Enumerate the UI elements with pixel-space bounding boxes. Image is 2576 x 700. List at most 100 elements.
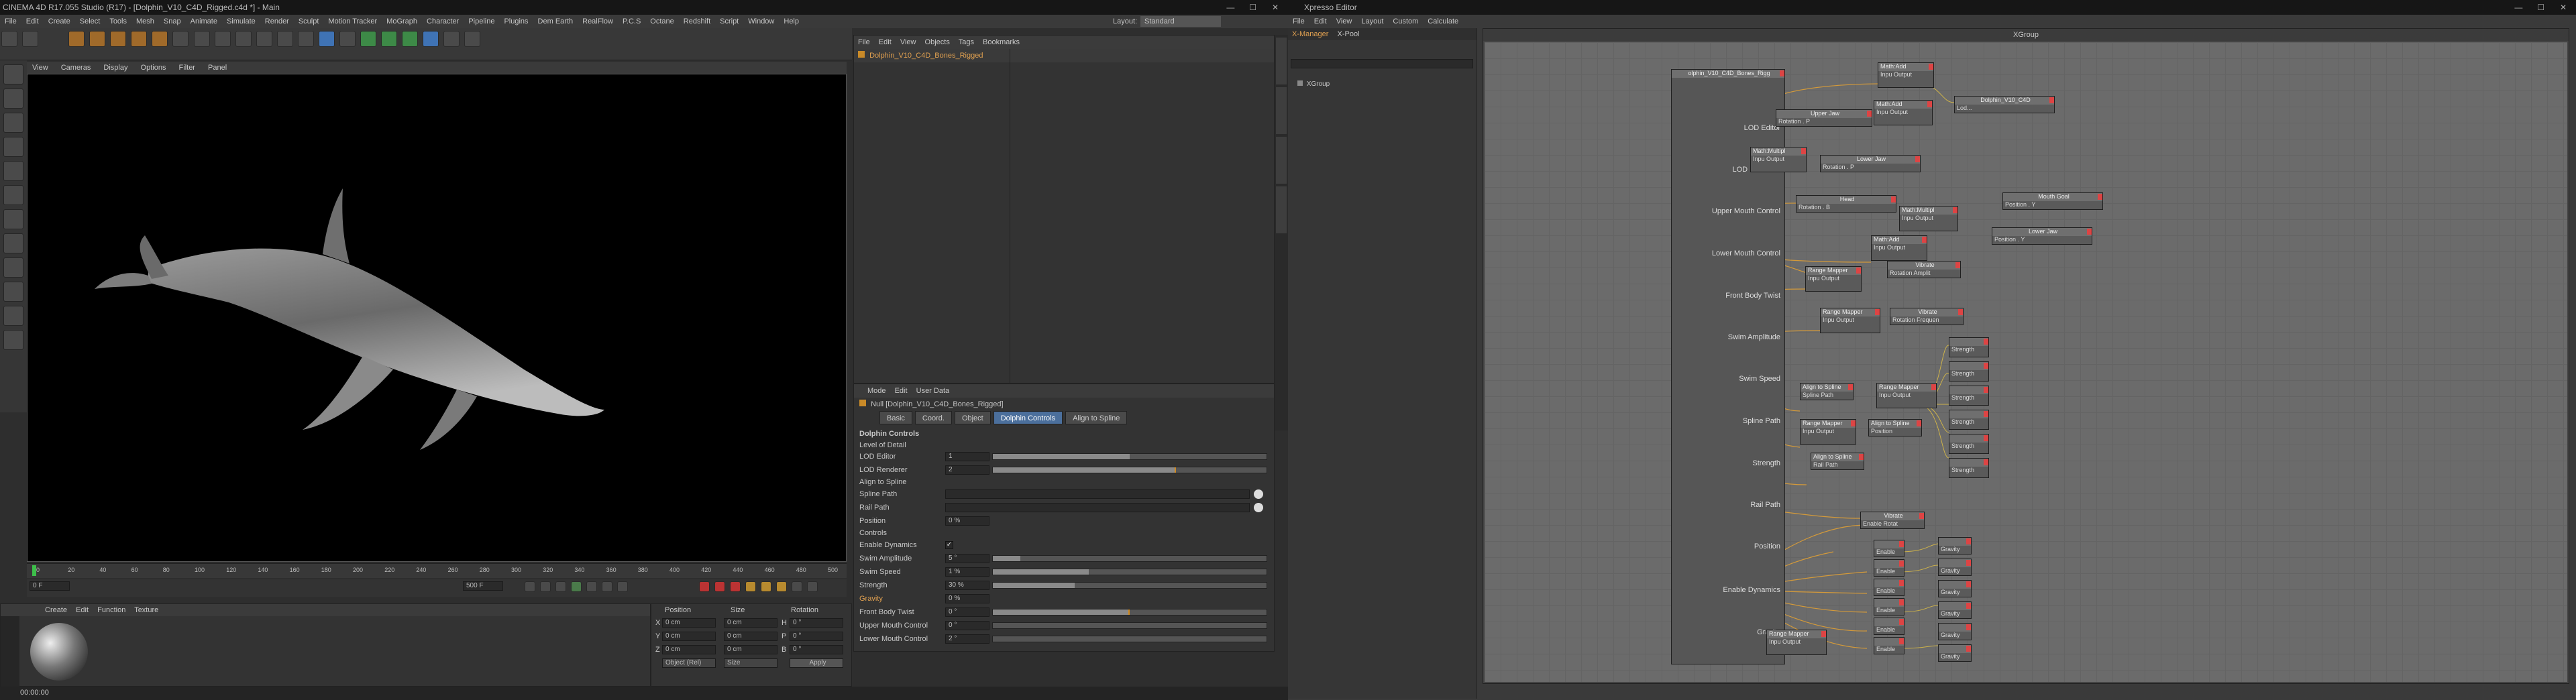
menu-sculpt[interactable]: Sculpt bbox=[294, 17, 324, 25]
vibrate-node[interactable]: Vibrate Rotation Frequen bbox=[1890, 308, 1964, 325]
light-icon[interactable] bbox=[464, 31, 481, 47]
gravity-node[interactable]: Gravity bbox=[1938, 601, 1972, 619]
menu-pipeline[interactable]: Pipeline bbox=[464, 17, 499, 25]
tab-basic[interactable]: Basic bbox=[879, 411, 912, 424]
goto-end-icon[interactable] bbox=[617, 581, 629, 592]
pick-icon[interactable] bbox=[1254, 489, 1263, 499]
viewport-menu-filter[interactable]: Filter bbox=[174, 64, 201, 72]
material-menu-texture[interactable]: Texture bbox=[134, 606, 165, 614]
math-add-node[interactable]: Math:Add Inpu Output bbox=[1874, 100, 1933, 125]
menu-script[interactable]: Script bbox=[715, 17, 743, 25]
math-add-node[interactable]: Math:Add Inpu Output bbox=[1871, 235, 1927, 261]
keyframe-selection-icon[interactable] bbox=[730, 581, 741, 592]
menu-realflow[interactable]: RealFlow bbox=[578, 17, 618, 25]
enable-axis-icon[interactable] bbox=[3, 233, 23, 253]
maximize-icon[interactable]: ☐ bbox=[1243, 0, 1263, 15]
parameter-key-icon[interactable] bbox=[792, 581, 803, 592]
position-z-field[interactable]: 0 cm bbox=[662, 645, 716, 654]
gravity-field[interactable]: 0 % bbox=[945, 594, 989, 603]
undo-icon[interactable] bbox=[1, 31, 17, 47]
port-strength[interactable]: Strength bbox=[1752, 460, 1780, 467]
math-add-node[interactable]: Math:Add Inpu Output bbox=[1878, 62, 1934, 88]
port-lower-mouth-control[interactable]: Lower Mouth Control bbox=[1712, 250, 1780, 257]
x-manager-search[interactable] bbox=[1291, 59, 1473, 68]
range-mapper-node[interactable]: Range Mapper Inpu Output bbox=[1820, 308, 1880, 333]
viewport-menu-options[interactable]: Options bbox=[136, 64, 172, 72]
vibrate-node[interactable]: Vibrate Enable Rotat bbox=[1860, 512, 1925, 529]
viewport-menu-display[interactable]: Display bbox=[98, 64, 133, 72]
subdivision-icon[interactable] bbox=[360, 31, 376, 47]
menu-window[interactable]: Window bbox=[743, 17, 779, 25]
tab-align-to-spline[interactable]: Align to Spline bbox=[1065, 411, 1128, 424]
strength-field[interactable]: 30 % bbox=[945, 581, 989, 590]
menu-help[interactable]: Help bbox=[779, 17, 804, 25]
menu-file[interactable]: File bbox=[0, 17, 21, 25]
menu-character[interactable]: Character bbox=[422, 17, 464, 25]
position-x-field[interactable]: 0 cm bbox=[662, 618, 716, 628]
gravity-node[interactable]: Gravity bbox=[1938, 623, 1972, 640]
x-pool-item[interactable]: XGroup bbox=[1297, 80, 1330, 88]
gravity-node[interactable]: Gravity bbox=[1938, 580, 1972, 597]
swim-amplitude-slider[interactable] bbox=[992, 555, 1267, 562]
object-row[interactable]: Dolphin_V10_C4D_Bones_Rigged bbox=[854, 49, 1274, 62]
rotation-p-field[interactable]: 0 ° bbox=[790, 632, 843, 641]
prev-key-icon[interactable] bbox=[540, 581, 551, 592]
swim-speed-field[interactable]: 1 % bbox=[945, 567, 989, 577]
head-node[interactable]: Head Rotation . B bbox=[1796, 195, 1896, 213]
port-enable-dynamics[interactable]: Enable Dynamics bbox=[1723, 587, 1780, 594]
object-menu-tags[interactable]: Tags bbox=[959, 38, 981, 46]
next-frame-icon[interactable] bbox=[586, 581, 598, 592]
menu-render[interactable]: Render bbox=[260, 17, 294, 25]
cube-icon[interactable] bbox=[318, 31, 335, 47]
render-picture-viewer-icon[interactable] bbox=[276, 31, 293, 47]
rotation-h-field[interactable]: 0 ° bbox=[790, 618, 843, 628]
object-menu-edit[interactable]: Edit bbox=[879, 38, 898, 46]
maximize-icon[interactable]: ☐ bbox=[2531, 0, 2551, 15]
workplane-icon[interactable] bbox=[3, 282, 23, 302]
position-key-icon[interactable] bbox=[745, 581, 757, 592]
rotate-icon[interactable] bbox=[131, 31, 148, 47]
menu-mesh[interactable]: Mesh bbox=[131, 17, 159, 25]
record-icon[interactable] bbox=[699, 581, 710, 592]
layers-icon[interactable] bbox=[3, 330, 23, 350]
next-key-icon[interactable] bbox=[602, 581, 613, 592]
viewport-menu-cameras[interactable]: Cameras bbox=[56, 64, 97, 72]
scale-icon[interactable] bbox=[110, 31, 127, 47]
tab-object[interactable]: Object bbox=[954, 411, 991, 424]
upper-jaw-node[interactable]: Upper Jaw Rotation . P bbox=[1776, 109, 1872, 127]
xp-menu-view[interactable]: View bbox=[1332, 17, 1357, 25]
menu-simulate[interactable]: Simulate bbox=[222, 17, 260, 25]
upper-mouth-slider[interactable] bbox=[992, 622, 1267, 629]
size-mode-dropdown[interactable]: Size bbox=[724, 658, 777, 668]
tab-x-pool[interactable]: X-Pool bbox=[1337, 30, 1366, 38]
dolphin-lod-node[interactable]: Dolphin_V10_C4D Lod... bbox=[1954, 96, 2055, 113]
size-z-field[interactable]: 0 cm bbox=[724, 645, 777, 654]
z-axis-icon[interactable] bbox=[214, 31, 231, 47]
strength-node[interactable]: Strength bbox=[1949, 361, 1989, 382]
pen-icon[interactable] bbox=[339, 31, 356, 47]
camera-icon[interactable] bbox=[443, 31, 460, 47]
rotation-key-icon[interactable] bbox=[776, 581, 788, 592]
position-field[interactable]: 0 % bbox=[945, 516, 989, 526]
attr-menu-edit[interactable]: Edit bbox=[895, 387, 914, 395]
object-menu-bookmarks[interactable]: Bookmarks bbox=[983, 38, 1026, 46]
array-icon[interactable] bbox=[381, 31, 398, 47]
lod-editor-field[interactable]: 1 bbox=[945, 452, 989, 461]
node-graph[interactable]: olphin_V10_C4D_Bones_Rigg LOD Editor LOD… bbox=[1485, 42, 2567, 682]
y-axis-icon[interactable] bbox=[193, 31, 210, 47]
make-editable-icon[interactable] bbox=[3, 64, 23, 84]
prev-frame-icon[interactable] bbox=[555, 581, 567, 592]
deformer-icon[interactable] bbox=[402, 31, 419, 47]
enable-node[interactable]: Enable bbox=[1874, 579, 1904, 596]
front-body-twist-slider[interactable] bbox=[992, 609, 1267, 616]
menu-animate[interactable]: Animate bbox=[186, 17, 222, 25]
coord-system-icon[interactable] bbox=[235, 31, 252, 47]
apply-button[interactable]: Apply bbox=[790, 658, 843, 668]
material-menu-function[interactable]: Function bbox=[97, 606, 132, 614]
tab-coord[interactable]: Coord. bbox=[914, 411, 952, 424]
menu-edit[interactable]: Edit bbox=[21, 17, 44, 25]
timeline-icon[interactable] bbox=[807, 581, 818, 592]
timeline[interactable]: 0 20 40 60 80 100 120 140 160 180 200 220 240 260 280 3… bbox=[27, 563, 847, 578]
math-multiply-node[interactable]: Math:Multipl Inpu Output bbox=[1899, 206, 1958, 231]
object-menu-objects[interactable]: Objects bbox=[925, 38, 957, 46]
